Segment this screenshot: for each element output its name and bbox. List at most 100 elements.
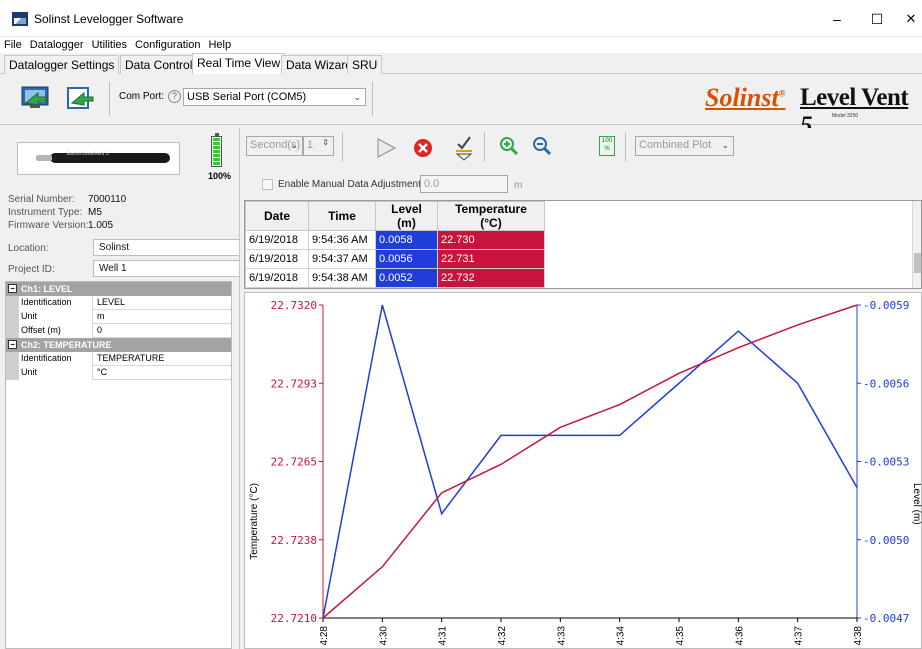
tab-data-wizard[interactable]: Data Wizard <box>281 55 358 74</box>
chevron-down-icon: ⌄ <box>721 140 729 150</box>
cell-time: 9:54:38 AM <box>308 268 376 288</box>
property-row[interactable]: Identification TEMPERATURE <box>6 352 231 366</box>
property-row[interactable]: Offset (m) 0 <box>6 324 231 338</box>
export-icon[interactable] <box>62 83 98 111</box>
channel-1-header[interactable]: − Ch1: LEVEL <box>6 282 231 296</box>
zoom-in-icon[interactable] <box>498 135 522 159</box>
help-icon[interactable]: ? <box>168 90 181 103</box>
model-label: Model 3250 <box>832 113 859 119</box>
menu-help[interactable]: Help <box>204 37 235 52</box>
menu-datalogger[interactable]: Datalogger <box>26 37 88 52</box>
column-header-temperature[interactable]: Temperature (°C) <box>437 201 545 231</box>
property-row[interactable]: Identification LEVEL <box>6 296 231 310</box>
com-port-label: Com Port: <box>119 91 165 102</box>
project-id-row: Project ID: Well 1 <box>8 260 240 277</box>
stop-icon[interactable] <box>411 136 435 160</box>
channel-2-header[interactable]: − Ch2: TEMPERATURE <box>6 338 231 352</box>
toolbar-separator <box>484 132 485 162</box>
x-tick-label: 4:37 <box>794 626 805 646</box>
column-header-time[interactable]: Time <box>308 201 376 231</box>
cell-date: 6/19/2018 <box>245 249 309 269</box>
manual-adjust-input[interactable]: 0.0 <box>420 175 508 193</box>
cell-temperature: 22.732 <box>437 268 545 288</box>
temperature-series-line <box>322 304 858 619</box>
cell-date: 6/19/2018 <box>245 230 309 250</box>
property-row[interactable]: Unit °C <box>6 366 231 380</box>
close-button[interactable]: ✕ <box>896 8 922 30</box>
toolbar-separator <box>625 132 626 162</box>
battery-icon <box>211 133 222 167</box>
x-tick-label: 4:31 <box>438 626 449 646</box>
x-tick-label: 4:28 <box>319 626 330 646</box>
battery-percent: 100% <box>208 171 232 181</box>
play-icon[interactable] <box>374 136 398 160</box>
column-header-level[interactable]: Level (m) <box>375 201 438 231</box>
x-tick-label: 4:38 <box>853 626 864 646</box>
instrument-type-row: Instrument Type: M5 <box>8 207 102 218</box>
cell-temperature: 22.730 <box>437 230 545 250</box>
manual-adjust-checkbox[interactable] <box>262 179 273 190</box>
spinner-icon: ⇕ <box>322 138 329 147</box>
table-row[interactable]: 6/19/2018 9:54:38 AM 0.0052 22.732 <box>245 268 545 288</box>
maximize-button[interactable]: ☐ <box>862 8 892 30</box>
com-port-select[interactable]: USB Serial Port (COM5) ⌄ <box>183 88 366 106</box>
tab-sru[interactable]: SRU <box>347 55 383 74</box>
cell-level: 0.0058 <box>375 230 438 250</box>
tab-real-time-view[interactable]: Real Time View <box>192 53 286 75</box>
location-row: Location: Solinst <box>8 239 240 256</box>
project-id-input[interactable]: Well 1 <box>93 260 240 277</box>
y-tick-label-right: -0.0047 <box>863 612 909 625</box>
channel-properties-grid: − Ch1: LEVEL Identification LEVEL Unit m Of… <box>5 281 232 649</box>
plot-mode-select[interactable]: Combined Plot ⌄ <box>635 136 734 156</box>
table-row[interactable]: 6/19/2018 9:54:37 AM 0.0056 22.731 <box>245 249 545 269</box>
download-to-computer-icon[interactable] <box>18 83 54 111</box>
x-tick-label: 4:33 <box>556 626 567 646</box>
firmware-version-row: Firmware Version: 1.005 <box>8 220 114 231</box>
toolbar-separator <box>372 82 373 116</box>
level-series-line <box>322 304 858 619</box>
y-tick-label-right: -0.0050 <box>863 534 909 547</box>
interval-unit-select[interactable]: Second(s) ⌄ <box>246 136 303 156</box>
x-tick-label: 4:30 <box>378 626 389 646</box>
manual-adjust-unit: m <box>514 180 523 191</box>
location-input[interactable]: Solinst <box>93 239 240 256</box>
collapse-icon[interactable]: − <box>8 340 17 349</box>
data-table-container: Date Time Level (m) Temperature (°C) 6/1… <box>244 200 922 289</box>
cell-level: 0.0056 <box>375 249 438 269</box>
menu-file[interactable]: File <box>0 37 26 52</box>
minimize-button[interactable]: – <box>822 8 852 30</box>
collapse-icon[interactable]: − <box>8 284 17 293</box>
toolbar-separator <box>342 132 343 162</box>
toolbar-separator <box>109 82 110 116</box>
device-image: Solinst LevelVent 5 <box>17 142 180 175</box>
cell-time: 9:54:37 AM <box>308 249 376 269</box>
menu-configuration[interactable]: Configuration <box>131 37 204 52</box>
tab-data-control[interactable]: Data Control <box>120 55 198 74</box>
manual-adjust-label: Enable Manual Data Adjustment: <box>278 179 424 190</box>
y-tick-label-left: 22.7320 <box>271 299 317 312</box>
property-row[interactable]: Unit m <box>6 310 231 324</box>
com-port-value: USB Serial Port (COM5) <box>187 91 307 103</box>
y-tick-label-left: 22.7265 <box>271 456 317 469</box>
cell-temperature: 22.731 <box>437 249 545 269</box>
device-label: Solinst LevelVent 5 <box>66 151 109 157</box>
y-tick-label-right: -0.0056 <box>863 377 909 390</box>
app-icon <box>12 12 28 26</box>
x-tick-label: 4:34 <box>616 626 627 646</box>
menu-utilities[interactable]: Utilities <box>88 37 131 52</box>
table-row[interactable]: 6/19/2018 9:54:36 AM 0.0058 22.730 <box>245 230 545 250</box>
checkpoint-icon[interactable] <box>452 133 476 161</box>
data-table: Date Time Level (m) Temperature (°C) 6/1… <box>245 201 545 288</box>
tab-datalogger-settings[interactable]: Datalogger Settings <box>4 55 120 74</box>
y-axis-label-left: Temperature (°C) <box>249 483 260 560</box>
device-panel: Solinst LevelVent 5 100% Serial Number: 7… <box>0 128 240 649</box>
y-tick-label-right: -0.0053 <box>863 456 909 469</box>
interval-stepper[interactable]: 1 ⇕ <box>303 136 334 156</box>
table-scrollbar[interactable] <box>912 201 921 288</box>
scrollbar-thumb[interactable] <box>914 253 921 273</box>
column-header-date[interactable]: Date <box>245 201 309 231</box>
zoom-fit-icon[interactable]: 100 % <box>599 136 615 156</box>
tab-bar: Datalogger Settings Data Control Real Ti… <box>0 53 922 75</box>
zoom-out-icon[interactable] <box>531 135 555 159</box>
chevron-down-icon: ⌄ <box>353 92 361 102</box>
